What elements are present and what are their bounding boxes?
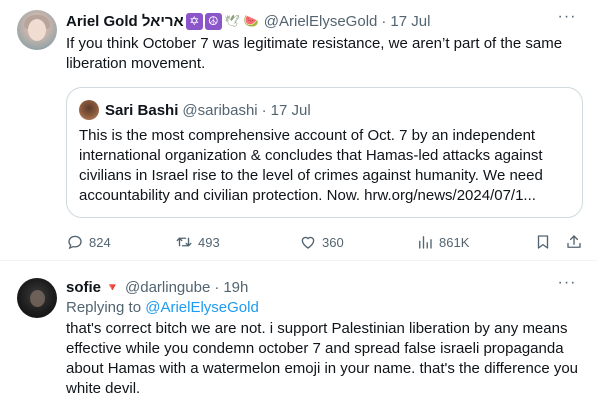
replying-to-handle-link[interactable]: @ArielElyseGold — [145, 299, 259, 316]
watermelon-emoji: 🍉 — [243, 14, 259, 28]
author-name[interactable]: sofie — [66, 279, 101, 296]
tweet-header: sofie 🔻 @darlingube · 19h — [66, 277, 248, 297]
replying-to: Replying to @ArielElyseGold — [66, 298, 259, 318]
heart-icon — [301, 236, 315, 249]
avatar-face — [30, 290, 45, 307]
tweet-time[interactable]: 19h — [223, 279, 248, 296]
views-icon — [419, 236, 432, 249]
share-button[interactable] — [565, 231, 588, 253]
quote-author-handle: @saribashi — [182, 101, 258, 119]
repost-count: 493 — [198, 234, 220, 250]
star-of-david-emoji: ✡ — [185, 12, 203, 30]
reply-icon — [68, 235, 82, 250]
tweet-ariel-gold[interactable]: Ariel Gold אריאל ✡ ☮ 🕊 🍉 @ArielElyseGold… — [0, 0, 597, 261]
views-button[interactable]: 861K — [416, 231, 469, 253]
tweet-text: that's correct bitch we are not. i suppo… — [66, 320, 579, 397]
quote-tweet-card[interactable]: Sari Bashi @saribashi · 17 Jul This is t… — [66, 87, 583, 218]
repost-icon — [176, 237, 192, 247]
tweet-date[interactable]: 17 Jul — [390, 13, 430, 30]
tweet-header: Ariel Gold אריאל ✡ ☮ 🕊 🍉 @ArielElyseGold… — [66, 11, 430, 31]
author-handle[interactable]: @ArielElyseGold — [264, 13, 378, 30]
quote-avatar — [79, 100, 99, 120]
share-icon — [567, 235, 581, 248]
author-handle[interactable]: @darlingube — [125, 279, 210, 296]
separator-dot: · — [381, 12, 387, 30]
avatar[interactable] — [17, 10, 57, 50]
avatar[interactable] — [17, 278, 57, 318]
like-button[interactable]: 360 — [299, 231, 344, 253]
quote-text: This is the most comprehensive account o… — [79, 127, 543, 204]
peace-sign-emoji: ☮ — [204, 12, 222, 30]
bookmark-button[interactable] — [534, 231, 557, 253]
avatar-face — [28, 19, 46, 41]
quote-date: 17 Jul — [270, 101, 311, 119]
replying-to-label: Replying to — [66, 299, 146, 316]
separator-dot: · — [214, 278, 220, 296]
repost-button[interactable]: 493 — [175, 231, 220, 253]
more-icon[interactable]: ··· — [557, 9, 577, 30]
author-name[interactable]: Ariel Gold אריאל — [66, 13, 184, 30]
separator-dot: · — [261, 101, 267, 119]
like-count: 360 — [322, 234, 344, 250]
reply-button[interactable]: 824 — [66, 231, 111, 253]
dove-emoji: 🕊 — [224, 14, 240, 28]
tweet-sofie-reply[interactable]: sofie 🔻 @darlingube · 19h ··· Replying t… — [0, 262, 597, 409]
tweet-text: If you think October 7 was legitimate re… — [66, 35, 563, 72]
quote-author-name: Sari Bashi — [105, 101, 179, 119]
reply-count: 824 — [89, 234, 111, 250]
views-count: 861K — [439, 234, 470, 250]
bookmark-icon — [537, 235, 549, 249]
more-icon[interactable]: ··· — [557, 275, 577, 296]
red-triangle-emoji: 🔻 — [105, 281, 120, 294]
tweet-actions: 824 493 360 861K — [66, 231, 586, 253]
quote-header: Sari Bashi @saribashi · 17 Jul — [105, 100, 311, 120]
